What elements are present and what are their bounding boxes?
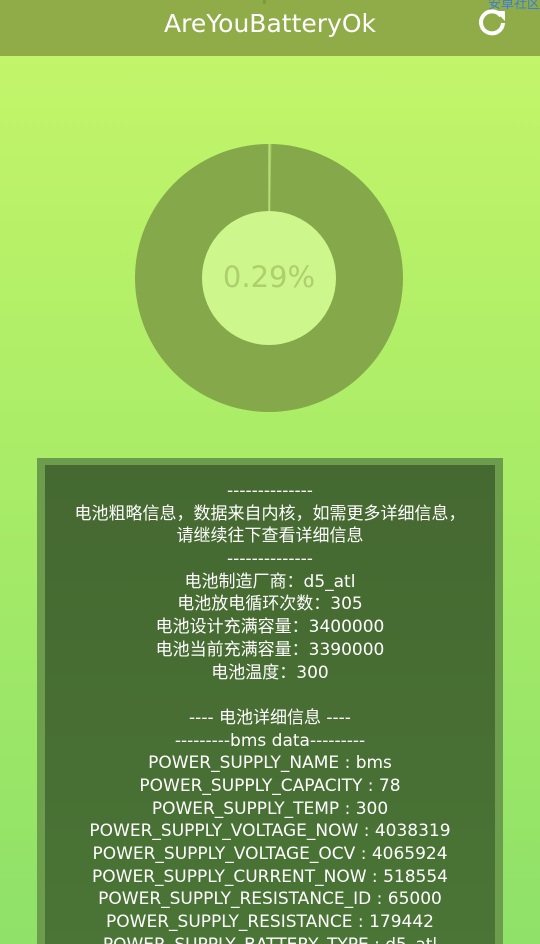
info-line: 电池当前充满容量：3390000 (155, 639, 385, 660)
info-line: 电池设计充满容量：3400000 (155, 617, 385, 638)
battery-info-panel: -------------- 电池粗略信息，数据来自内核，如需更多详细信息， 请继续… (37, 458, 503, 944)
info-line: 电池放电循环次数：305 (177, 594, 363, 615)
watermark: 安卓社区 (487, 0, 540, 12)
battery-gauge: 0.29% (135, 144, 403, 412)
info-line: POWER_SUPPLY_CAPACITY : 78 (139, 775, 401, 796)
info-line: POWER_SUPPLY_CURRENT_NOW : 518554 (92, 866, 448, 887)
info-line: 电池制造厂商：d5_atl (184, 571, 356, 592)
info-line: -------------- (227, 481, 313, 501)
app-bar: AreYouBatteryOk 安卓社区 (0, 0, 540, 56)
info-line: POWER_SUPPLY_BATTERY_TYPE : d5_atl (45, 934, 495, 944)
info-line: ---- 电池详细信息 ---- (189, 707, 351, 728)
info-line: POWER_SUPPLY_VOLTAGE_OCV : 4065924 (92, 844, 448, 864)
app-title: AreYouBatteryOk (164, 9, 376, 38)
status-mark (263, 0, 266, 4)
info-line: POWER_SUPPLY_TEMP : 300 (151, 798, 389, 819)
info-line: 请继续往下查看详细信息 (176, 526, 364, 547)
info-line: POWER_SUPPLY_VOLTAGE_NOW : 4038319 (89, 821, 451, 842)
battery-info-content[interactable]: -------------- 电池粗略信息，数据来自内核，如需更多详细信息， 请继续… (45, 465, 495, 944)
info-line: ---------bms data--------- (174, 730, 366, 751)
info-line (45, 684, 495, 707)
info-line: -------------- (227, 549, 313, 570)
info-line: POWER_SUPPLY_RESISTANCE : 179442 (106, 912, 434, 933)
info-line: 电池温度：300 (211, 662, 329, 683)
gauge-percent-label: 0.29% (223, 260, 315, 294)
info-line: 电池粗略信息，数据来自内核，如需更多详细信息， (74, 503, 466, 524)
info-line: POWER_SUPPLY_RESISTANCE_ID : 65000 (98, 889, 442, 910)
info-line: POWER_SUPPLY_NAME : bms (148, 753, 392, 774)
